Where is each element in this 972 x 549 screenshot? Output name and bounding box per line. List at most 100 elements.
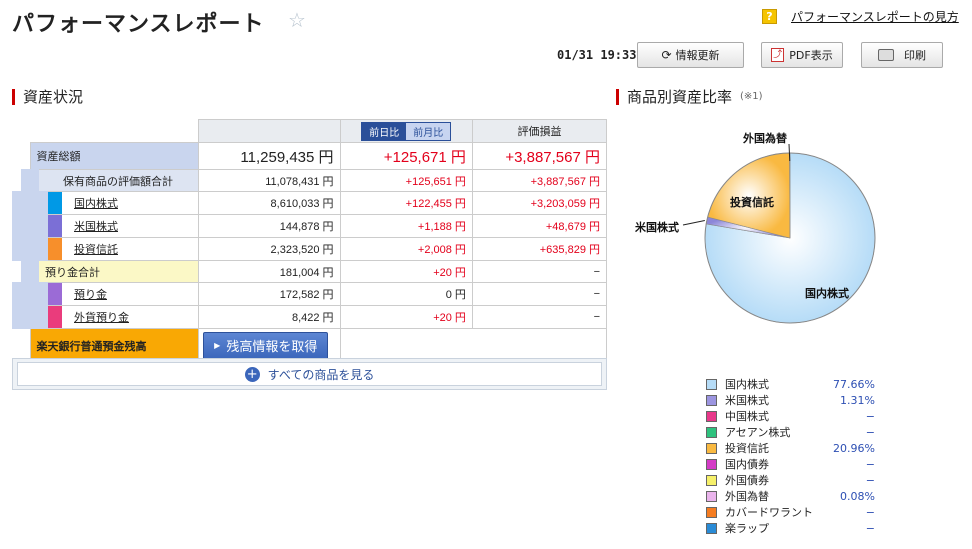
total-label: 資産総額 bbox=[29, 142, 200, 170]
holdings-pl: +3,887,567 円 bbox=[471, 169, 608, 192]
legend-item: 楽ラップ − bbox=[706, 520, 876, 536]
legend-swatch bbox=[706, 378, 717, 390]
question-icon: ? bbox=[762, 9, 777, 24]
legend-value: − bbox=[865, 473, 875, 487]
legend-swatch bbox=[706, 442, 717, 454]
leader-line-us bbox=[682, 219, 705, 226]
view-all-button[interactable]: + すべての商品を見る bbox=[17, 362, 602, 386]
legend-swatch bbox=[706, 522, 717, 534]
legend-value: 77.66% bbox=[833, 377, 875, 391]
plus-icon: + bbox=[244, 366, 260, 382]
help-link[interactable]: ? パフォーマンスレポートの見方 bbox=[762, 8, 959, 25]
holding-link-us-stock[interactable]: 米国株式 bbox=[74, 218, 118, 234]
page-title: パフォーマンスレポート bbox=[12, 12, 265, 37]
ratio-section-title-text: 商品別資産比率 bbox=[627, 88, 733, 106]
pie-chart: 外国為替 投資信託 米国株式 国内株式 bbox=[625, 118, 972, 348]
pie-label-fx: 外国為替 bbox=[743, 132, 787, 145]
ratio-note: (※1) bbox=[740, 91, 763, 102]
table-row: 国内株式 8,610,033 円 +122,455 円 +3,203,059 円 bbox=[12, 191, 608, 215]
help-link-text[interactable]: パフォーマンスレポートの見方 bbox=[791, 8, 959, 25]
holdings-amount: 11,078,431 円 bbox=[198, 169, 341, 192]
legend-name: 米国株式 bbox=[725, 394, 769, 407]
holdings-change: +125,651 円 bbox=[339, 169, 473, 192]
asset-section-title: 資産状況 bbox=[12, 86, 83, 107]
legend-item: 米国株式 1.31% bbox=[706, 392, 876, 408]
timestamp: 01/31 19:33 bbox=[557, 48, 637, 62]
refresh-icon: ⟳ bbox=[661, 48, 672, 62]
legend-name: 国内債券 bbox=[725, 458, 769, 471]
legend-name: 国内株式 bbox=[725, 378, 769, 391]
legend-value: 20.96% bbox=[833, 441, 875, 455]
legend-swatch bbox=[706, 490, 717, 502]
legend-swatch bbox=[706, 506, 717, 518]
tab-daily[interactable]: 前日比 bbox=[362, 122, 407, 140]
legend-name: 外国為替 bbox=[725, 490, 769, 503]
pdf-button[interactable]: ⤴ PDF表示 bbox=[761, 42, 843, 68]
legend-swatch bbox=[706, 410, 717, 422]
legend: 国内株式 77.66% 米国株式 1.31% 中国株式 − アセアン株式 − 投資信託 20.96… bbox=[706, 376, 876, 536]
table-row-deposits: 預り金合計 181,004 円 +20 円 − bbox=[21, 260, 608, 283]
legend-item: 外国為替 0.08% bbox=[706, 488, 876, 504]
get-balance-label: 残高情報を取得 bbox=[226, 340, 318, 355]
legend-name: 投資信託 bbox=[725, 442, 769, 455]
pie-label-trust: 投資信託 bbox=[730, 196, 774, 209]
deposits-change: +20 円 bbox=[339, 260, 473, 283]
total-amount: 11,259,435 円 bbox=[198, 142, 341, 170]
table-row: 預り金 172,582 円 0 円 − bbox=[12, 282, 608, 306]
table-header: 前日比 前月比 評価損益 bbox=[29, 119, 608, 143]
holding-link-domestic-stock[interactable]: 国内株式 bbox=[74, 195, 118, 211]
total-pl: +3,887,567 円 bbox=[471, 142, 608, 170]
legend-item: 国内株式 77.66% bbox=[706, 376, 876, 392]
table-row-holdings: 保有商品の評価額合計 11,078,431 円 +125,651 円 +3,88… bbox=[21, 169, 608, 192]
legend-item: 投資信託 20.96% bbox=[706, 440, 876, 456]
total-change: +125,671 円 bbox=[339, 142, 473, 170]
deposits-label: 預り金合計 bbox=[21, 260, 200, 283]
refresh-label: 情報更新 bbox=[675, 49, 720, 62]
play-icon: ▶ bbox=[214, 341, 221, 350]
view-all-label: すべての商品を見る bbox=[267, 367, 375, 382]
tab-monthly[interactable]: 前月比 bbox=[406, 122, 451, 140]
legend-swatch bbox=[706, 426, 717, 438]
legend-swatch bbox=[706, 474, 717, 486]
legend-item: カバードワラント − bbox=[706, 504, 876, 520]
table-row: 外貨預り金 8,422 円 +20 円 − bbox=[12, 305, 608, 329]
legend-swatch bbox=[706, 458, 717, 470]
deposits-pl: − bbox=[471, 260, 608, 283]
deposits-amount: 181,004 円 bbox=[198, 260, 341, 283]
legend-value: − bbox=[865, 409, 875, 423]
deposit-link[interactable]: 預り金 bbox=[74, 286, 107, 302]
legend-name: アセアン株式 bbox=[725, 426, 791, 439]
legend-swatch bbox=[706, 394, 717, 406]
legend-value: − bbox=[865, 425, 875, 439]
holdings-label: 保有商品の評価額合計 bbox=[21, 169, 200, 192]
view-all-bar: + すべての商品を見る bbox=[12, 358, 607, 390]
legend-name: 楽ラップ bbox=[725, 522, 769, 535]
legend-value: 1.31% bbox=[840, 393, 875, 407]
legend-value: − bbox=[865, 505, 875, 519]
legend-item: 中国株式 − bbox=[706, 408, 876, 424]
get-balance-button[interactable]: ▶ 残高情報を取得 bbox=[203, 331, 329, 360]
asset-section-title-text: 資産状況 bbox=[23, 88, 84, 106]
legend-value: − bbox=[865, 521, 875, 535]
holding-link-investment-trust[interactable]: 投資信託 bbox=[74, 241, 118, 257]
pdf-icon: ⤴ bbox=[771, 48, 785, 62]
refresh-button[interactable]: ⟳ 情報更新 bbox=[637, 42, 744, 68]
pie-label-domestic: 国内株式 bbox=[805, 287, 849, 300]
col-valuation: 評価損益 bbox=[471, 119, 608, 143]
fx-deposit-link[interactable]: 外貨預り金 bbox=[74, 309, 129, 325]
legend-item: 外国債券 − bbox=[706, 472, 876, 488]
ratio-section-title: 商品別資産比率 (※1) bbox=[616, 86, 763, 107]
table-row: 投資信託 2,323,520 円 +2,008 円 +635,829 円 bbox=[12, 237, 608, 261]
legend-name: カバードワラント bbox=[725, 506, 813, 519]
print-button[interactable]: 印刷 bbox=[861, 42, 943, 68]
period-tabs: 前日比 前月比 bbox=[361, 121, 452, 141]
legend-value: − bbox=[865, 457, 875, 471]
legend-value: 0.08% bbox=[840, 489, 875, 503]
asset-table: 前日比 前月比 評価損益 資産総額 11,259,435 円 +125,671 … bbox=[12, 119, 608, 363]
legend-item: 国内債券 − bbox=[706, 456, 876, 472]
printer-icon bbox=[878, 49, 894, 61]
legend-name: 中国株式 bbox=[725, 410, 769, 423]
favorite-star-icon[interactable]: ☆ bbox=[288, 8, 306, 32]
legend-name: 外国債券 bbox=[725, 474, 769, 487]
legend-item: アセアン株式 − bbox=[706, 424, 876, 440]
